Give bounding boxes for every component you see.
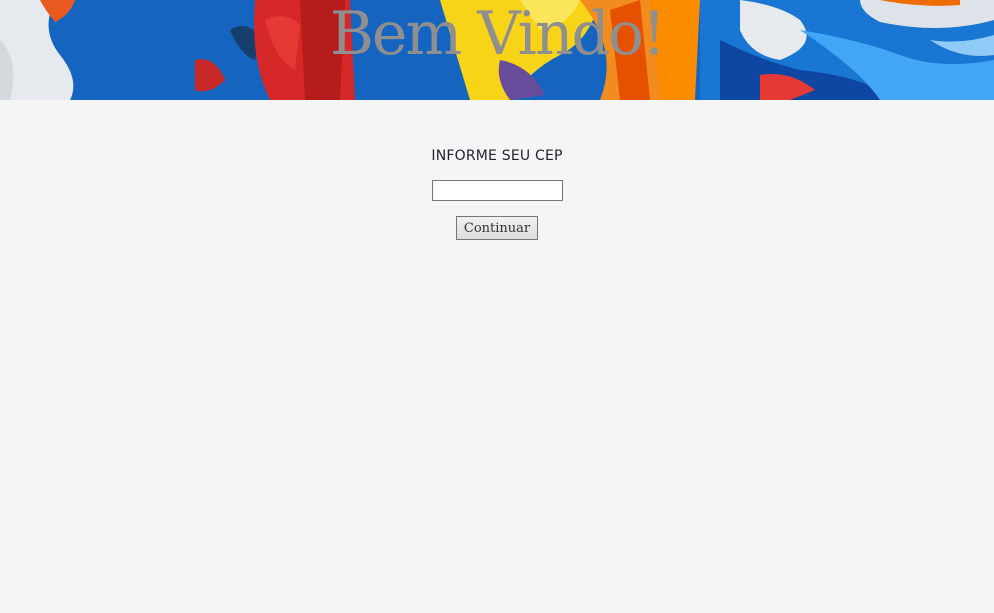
main-content: INFORME SEU CEP Continuar: [0, 147, 994, 240]
cep-input[interactable]: [431, 180, 563, 201]
welcome-title: Bem Vindo!: [329, 0, 666, 69]
continue-button[interactable]: Continuar: [456, 216, 538, 240]
cep-label: INFORME SEU CEP: [431, 148, 563, 164]
header-banner: Bem Vindo!: [0, 0, 994, 100]
